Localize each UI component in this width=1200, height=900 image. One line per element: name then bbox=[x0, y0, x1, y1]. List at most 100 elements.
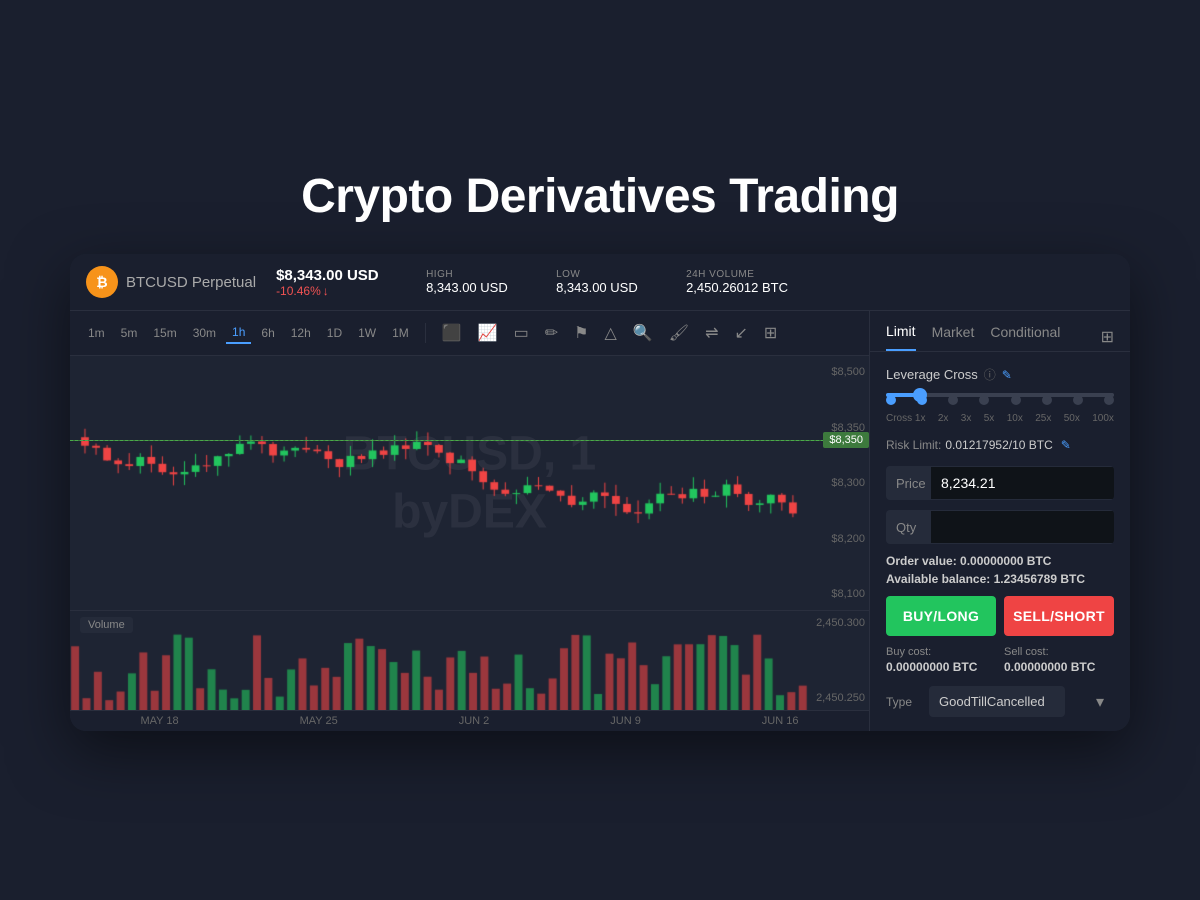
type-section: Type GoodTillCancelled ImmediateOrCancel… bbox=[886, 686, 1114, 717]
price-input[interactable] bbox=[931, 467, 1114, 499]
date-may25: MAY 25 bbox=[300, 715, 338, 727]
trading-container: ₿ BTCUSD Perpetual $8,343.00 USD -10.46%… bbox=[70, 254, 1130, 731]
volume-section: 24H VOLUME 2,450.26012 BTC bbox=[686, 269, 796, 295]
tool-brush[interactable]: 🖌 bbox=[663, 319, 695, 347]
volume-label: 24H VOLUME bbox=[686, 269, 796, 280]
qty-input[interactable] bbox=[931, 511, 1114, 543]
calculator-icon[interactable]: ⊞ bbox=[1101, 327, 1114, 347]
type-select[interactable]: GoodTillCancelled ImmediateOrCancel Fill… bbox=[929, 686, 1065, 717]
lev-label-10x: 10x bbox=[1007, 413, 1023, 424]
price-section: $8,343.00 USD -10.46%↓ bbox=[276, 267, 406, 298]
date-jun2: JUN 2 bbox=[459, 715, 490, 727]
sell-short-button[interactable]: SELL/SHORT bbox=[1004, 596, 1114, 636]
current-price: $8,343.00 USD bbox=[276, 267, 406, 284]
risk-limit: Risk Limit: 0.01217952/10 BTC ✎ bbox=[886, 438, 1114, 452]
tool-rect[interactable]: ▭ bbox=[508, 319, 535, 347]
date-jun9: JUN 9 bbox=[610, 715, 641, 727]
timeframe-12h[interactable]: 12h bbox=[285, 323, 317, 343]
tab-conditional[interactable]: Conditional bbox=[990, 324, 1060, 350]
leverage-dot-3[interactable] bbox=[948, 395, 958, 405]
volume-scale-top: 2,450.300 bbox=[813, 617, 865, 629]
chart-toolbar: 1m 5m 15m 30m 1h 6h 12h 1D 1W 1M ⬛ 📈 ▭ ✏… bbox=[70, 311, 869, 356]
leverage-slider-container[interactable] bbox=[886, 393, 1114, 405]
order-value-row: Order value: 0.00000000 BTC bbox=[886, 554, 1114, 568]
date-jun16: JUN 16 bbox=[762, 715, 799, 727]
qty-input-row: Qty USD + − bbox=[886, 510, 1114, 544]
low-label: LOW bbox=[556, 269, 666, 280]
date-axis: MAY 18 MAY 25 JUN 2 JUN 9 JUN 16 bbox=[70, 710, 869, 731]
leverage-section: Leverage Cross ⓘ ✎ bbox=[886, 366, 1114, 424]
risk-limit-edit-icon[interactable]: ✎ bbox=[1061, 438, 1071, 452]
timeframe-6h[interactable]: 6h bbox=[255, 323, 280, 343]
sell-cost-value: 0.00000000 BTC bbox=[1004, 660, 1114, 674]
timeframe-1m[interactable]: 1m bbox=[82, 323, 111, 343]
volume-scale-bottom: 2,450.250 bbox=[813, 692, 865, 704]
tab-limit[interactable]: Limit bbox=[886, 323, 916, 351]
price-scale: $8,500 $8,350 $8,300 $8,200 $8,100 bbox=[809, 356, 869, 610]
toolbar-divider bbox=[425, 323, 426, 343]
volume-section: Volume 2,450.300 2,450.250 bbox=[70, 610, 869, 710]
price-scale-item: $8,200 bbox=[813, 533, 865, 545]
leverage-dot-100[interactable] bbox=[1104, 395, 1114, 405]
leverage-header: Leverage Cross ⓘ ✎ bbox=[886, 366, 1114, 383]
order-body: Leverage Cross ⓘ ✎ bbox=[870, 352, 1130, 731]
qty-label: Qty bbox=[886, 520, 931, 535]
order-value-section: Order value: 0.00000000 BTC Available ba… bbox=[886, 554, 1114, 586]
leverage-dot-50[interactable] bbox=[1073, 395, 1083, 405]
chart-area: 1m 5m 15m 30m 1h 6h 12h 1D 1W 1M ⬛ 📈 ▭ ✏… bbox=[70, 311, 870, 731]
leverage-dot-5[interactable] bbox=[979, 395, 989, 405]
timeframe-15m[interactable]: 15m bbox=[147, 323, 182, 343]
action-buttons: BUY/LONG SELL/SHORT bbox=[886, 596, 1114, 636]
timeframe-30m[interactable]: 30m bbox=[187, 323, 222, 343]
tool-candle[interactable]: ⬛ bbox=[436, 319, 468, 347]
page-title: Crypto Derivatives Trading bbox=[301, 169, 899, 224]
symbol-info: ₿ BTCUSD Perpetual bbox=[86, 266, 256, 298]
high-label: HIGH bbox=[426, 269, 536, 280]
timeframe-1w[interactable]: 1W bbox=[352, 323, 382, 343]
risk-limit-label: Risk Limit: bbox=[886, 438, 941, 452]
leverage-dot-25[interactable] bbox=[1042, 395, 1052, 405]
btc-icon: ₿ bbox=[86, 266, 118, 298]
price-scale-item: $8,350 bbox=[813, 422, 865, 434]
type-label: Type bbox=[886, 695, 921, 709]
leverage-info-icon[interactable]: ⓘ bbox=[984, 366, 996, 383]
leverage-dot-1[interactable] bbox=[886, 395, 896, 405]
buy-cost-value: 0.00000000 BTC bbox=[886, 660, 996, 674]
timeframe-1h[interactable]: 1h bbox=[226, 322, 251, 344]
qty-row: Qty USD + − bbox=[886, 510, 1114, 544]
risk-limit-value: 0.01217952/10 BTC bbox=[945, 438, 1052, 452]
timeframe-1mo[interactable]: 1M bbox=[386, 323, 415, 343]
available-balance-row: Available balance: 1.23456789 BTC bbox=[886, 572, 1114, 586]
symbol-text: BTCUSD Perpetual bbox=[126, 274, 256, 291]
leverage-dot-10[interactable] bbox=[1011, 395, 1021, 405]
buy-long-button[interactable]: BUY/LONG bbox=[886, 596, 996, 636]
tab-market[interactable]: Market bbox=[932, 324, 975, 350]
tool-draw[interactable]: ✏ bbox=[539, 319, 564, 347]
sell-cost-col: Sell cost: 0.00000000 BTC bbox=[1004, 646, 1114, 674]
price-scale-item: $8,500 bbox=[813, 366, 865, 378]
lev-label-cross1x: Cross 1x bbox=[886, 413, 925, 424]
price-scale-item: $8,100 bbox=[813, 588, 865, 600]
leverage-dot-2[interactable] bbox=[917, 395, 927, 405]
tool-arrow[interactable]: ↙ bbox=[728, 319, 753, 347]
low-value: 8,343.00 USD bbox=[556, 280, 666, 295]
timeframe-1d[interactable]: 1D bbox=[321, 323, 348, 343]
low-section: LOW 8,343.00 USD bbox=[556, 269, 666, 295]
symbol-suffix: USD Perpetual bbox=[156, 274, 256, 291]
buy-cost-col: Buy cost: 0.00000000 BTC bbox=[886, 646, 996, 674]
volume-value: 2,450.26012 BTC bbox=[686, 280, 796, 295]
tool-filter[interactable]: ⇌ bbox=[699, 319, 724, 347]
price-line bbox=[70, 440, 829, 441]
price-row: Price USD + − bbox=[886, 466, 1114, 500]
tool-triangle[interactable]: △ bbox=[599, 319, 623, 347]
tool-settings[interactable]: ⊞ bbox=[758, 319, 783, 347]
timeframe-5m[interactable]: 5m bbox=[115, 323, 144, 343]
tool-flag[interactable]: ⚑ bbox=[568, 319, 594, 347]
leverage-edit-icon[interactable]: ✎ bbox=[1002, 368, 1012, 382]
tool-line-chart[interactable]: 📈 bbox=[472, 319, 504, 347]
lev-label-50x: 50x bbox=[1064, 413, 1080, 424]
buy-cost-label: Buy cost: bbox=[886, 646, 996, 658]
lev-label-3x: 3x bbox=[961, 413, 972, 424]
tool-magnify[interactable]: 🔍 bbox=[627, 319, 659, 347]
price-label: Price bbox=[886, 476, 931, 491]
